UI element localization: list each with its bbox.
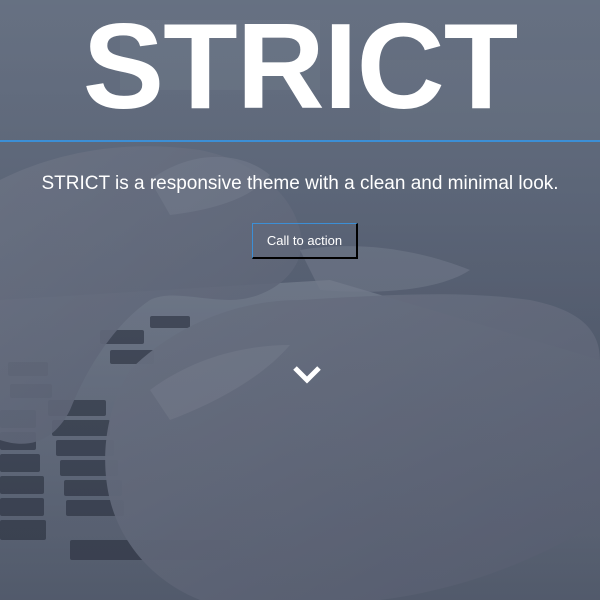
chevron-down-icon[interactable]: [291, 362, 323, 386]
call-to-action-button[interactable]: Call to action: [252, 223, 358, 259]
site-title: STRICT: [82, 0, 519, 134]
hero-tagline: STRICT is a responsive theme with a clea…: [41, 173, 559, 194]
accent-divider: [0, 140, 600, 142]
hero-section: STRICT STRICT is a responsive theme with…: [0, 0, 600, 600]
